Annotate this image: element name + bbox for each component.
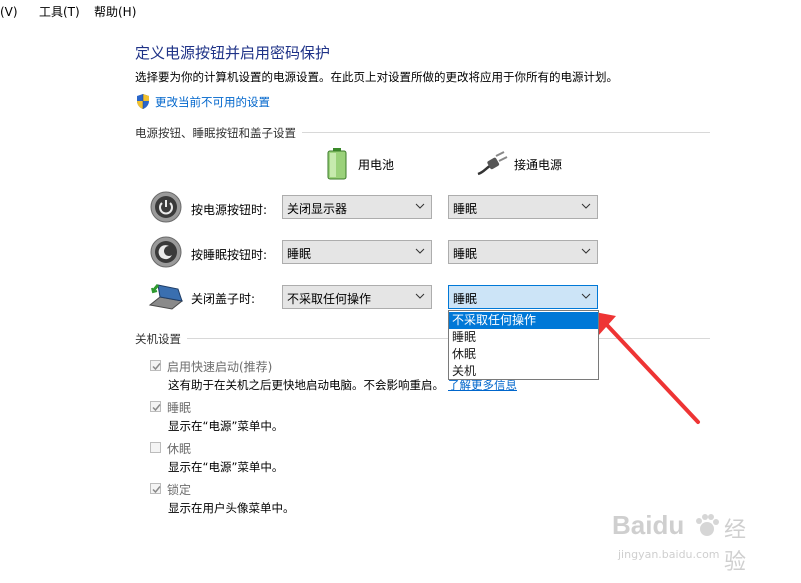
chevron-down-icon: [415, 248, 425, 254]
power-section-heading: 电源按钮、睡眠按钮和盖子设置: [135, 125, 302, 141]
hibernate-label: 休眠: [167, 442, 192, 456]
shutdown-section-heading: 关机设置: [135, 331, 187, 347]
checkmark-icon: [152, 404, 161, 412]
hibernate-checkbox[interactable]: [150, 442, 161, 453]
lid-close-label: 关闭盖子时:: [191, 292, 256, 306]
select-value: 不采取任何操作: [287, 292, 372, 306]
watermark-url: jingyan.baidu.com: [618, 548, 720, 561]
sleep-button-icon: [150, 236, 182, 268]
dropdown-option-no-action[interactable]: 不采取任何操作: [449, 312, 598, 329]
watermark-product: 经验: [724, 518, 747, 575]
sleep-checkbox[interactable]: [150, 401, 161, 412]
dropdown-option-hibernate[interactable]: 休眠: [449, 346, 598, 363]
battery-icon: [326, 148, 348, 180]
sleep-description: 显示在“电源”菜单中。: [168, 419, 284, 433]
power-button-label: 按电源按钮时:: [191, 203, 268, 217]
power-button-plugged-select[interactable]: 睡眠: [448, 195, 598, 219]
lid-close-battery-select[interactable]: 不采取任何操作: [282, 285, 432, 309]
checkmark-icon: [152, 363, 161, 371]
watermark-brand: Baidu: [612, 510, 685, 540]
lid-close-dropdown-list: 不采取任何操作 睡眠 休眠 关机: [448, 310, 599, 380]
col-plugged-in: 接通电源: [514, 158, 563, 172]
page-title: 定义电源按钮并启用密码保护: [135, 44, 331, 62]
sleep-button-battery-select[interactable]: 睡眠: [282, 240, 432, 264]
select-value: 睡眠: [453, 202, 478, 216]
chevron-down-icon: [415, 293, 425, 299]
fast-startup-label: 启用快速启动(推荐): [167, 360, 273, 374]
menu-bar: 看(V) 工具(T) 帮助(H): [0, 0, 801, 22]
paw-icon: [694, 512, 720, 538]
select-value: 睡眠: [453, 247, 478, 261]
sleep-label: 睡眠: [167, 401, 192, 415]
menu-tools[interactable]: 工具(T): [39, 3, 80, 20]
select-value: 睡眠: [453, 292, 478, 306]
menu-help[interactable]: 帮助(H): [94, 3, 136, 20]
laptop-lid-icon: [148, 281, 184, 311]
checkmark-icon: [152, 486, 161, 494]
sleep-button-label: 按睡眠按钮时:: [191, 248, 268, 262]
power-button-battery-select[interactable]: 关闭显示器: [282, 195, 432, 219]
hibernate-description: 显示在“电源”菜单中。: [168, 460, 284, 474]
select-value: 睡眠: [287, 247, 312, 261]
chevron-down-icon: [581, 203, 591, 209]
lock-checkbox[interactable]: [150, 483, 161, 494]
power-button-icon: [150, 191, 182, 223]
lock-description: 显示在用户头像菜单中。: [168, 501, 295, 515]
chevron-down-icon: [581, 248, 591, 254]
change-unavailable-settings-link[interactable]: 更改当前不可用的设置: [155, 94, 270, 110]
page-description: 选择要为你的计算机设置的电源设置。在此页上对设置所做的更改将应用于你所有的电源计…: [135, 70, 618, 84]
fast-startup-checkbox[interactable]: [150, 360, 161, 371]
fast-startup-desc-text: 这有助于在关机之后更快地启动电脑。不会影响重启。: [168, 378, 444, 392]
sleep-button-plugged-select[interactable]: 睡眠: [448, 240, 598, 264]
lock-label: 锁定: [167, 483, 192, 497]
dropdown-option-shutdown[interactable]: 关机: [449, 363, 598, 380]
chevron-down-icon: [415, 203, 425, 209]
learn-more-link[interactable]: 了解更多信息: [448, 378, 517, 392]
menu-view[interactable]: 看(V): [0, 3, 18, 20]
dropdown-option-sleep[interactable]: 睡眠: [449, 329, 598, 346]
power-plug-icon: [476, 150, 508, 176]
select-value: 关闭显示器: [287, 202, 348, 216]
uac-shield-icon: [135, 93, 151, 110]
col-on-battery: 用电池: [358, 158, 395, 172]
